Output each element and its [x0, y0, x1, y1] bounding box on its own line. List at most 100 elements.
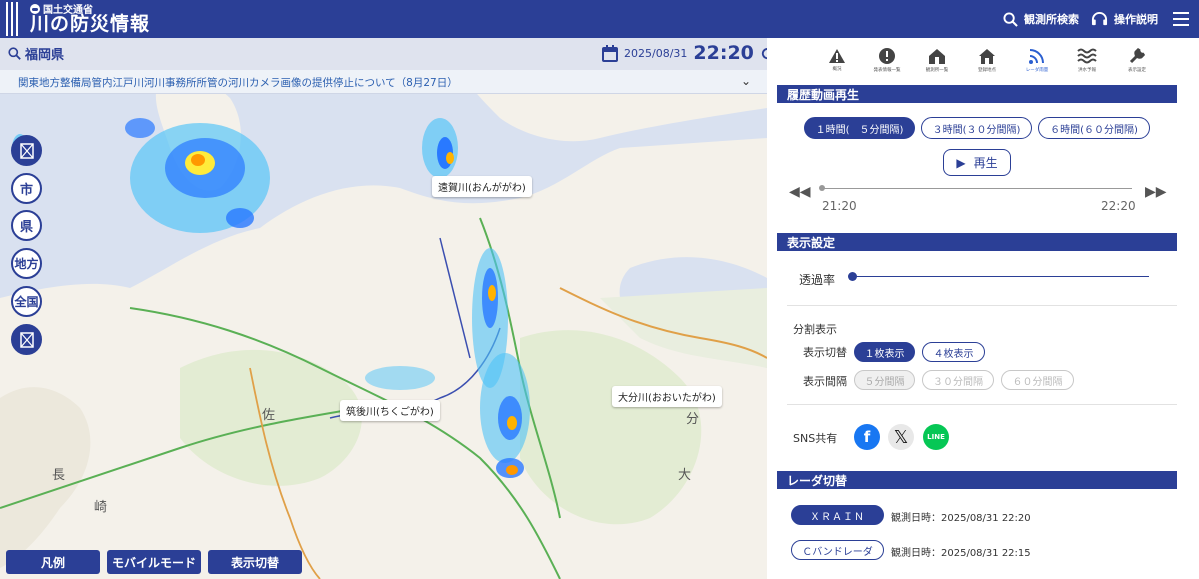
river-label-chikugo[interactable]: 筑後川(ちくごがわ) [340, 400, 440, 421]
tool-label: 洪水予報 [1078, 68, 1096, 73]
datetime-display: 2025/08/31 22:20 [602, 42, 775, 64]
history-section-title: 履歴動画再生 [777, 85, 1177, 103]
tool-label: レーダ雨量 [1025, 68, 1049, 73]
station-icon [929, 49, 945, 64]
layer-icon [19, 331, 34, 348]
home-icon [979, 49, 995, 64]
help-label: 操作説明 [1114, 13, 1158, 26]
rewind-icon[interactable]: ◀◀ [789, 184, 811, 200]
search-icon [8, 47, 21, 60]
station-search-label: 観測所検索 [1024, 13, 1079, 26]
side-panel: 概況 発表情報一覧 観測所一覧 登録地点 レーダ雨量 洪水予報 表示設定 履歴動… [767, 38, 1199, 579]
opacity-handle[interactable] [848, 272, 857, 281]
river-label-onga[interactable]: 遠賀川(おんががわ) [432, 176, 532, 197]
tool-label: 概況 [832, 67, 842, 72]
switch-label: 表示切替 [803, 346, 847, 359]
quad-view-button[interactable]: ４枚表示 [922, 342, 985, 362]
interval-60min-button[interactable]: ６０分間隔 [1001, 370, 1074, 390]
sns-label: SNS共有 [793, 432, 838, 445]
nationwide-button[interactable]: 全国 [11, 286, 42, 317]
split-display-label: 分割表示 [793, 323, 837, 336]
tool-settings[interactable]: 表示設定 [1119, 38, 1155, 82]
interval-5min-button[interactable]: ５分間隔 [854, 370, 915, 390]
tool-bar: 概況 発表情報一覧 観測所一覧 登録地点 レーダ雨量 洪水予報 表示設定 [767, 38, 1199, 84]
alert-icon [879, 48, 895, 64]
interval-6h-button[interactable]: ６時間(６０分間隔) [1038, 117, 1150, 139]
search-icon [1003, 11, 1018, 27]
radar-section-title: レーダ切替 [777, 471, 1177, 489]
date-label: 2025/08/31 [624, 46, 688, 60]
time-label: 22:20 [693, 42, 754, 64]
timeline-start: 21:20 [822, 199, 857, 213]
layer-toggle-button[interactable] [11, 324, 42, 355]
line-icon[interactable]: LINE [923, 424, 949, 450]
interval-3h-button[interactable]: ３時間(３０分間隔) [921, 117, 1032, 139]
calendar-icon[interactable] [602, 44, 618, 62]
chevron-down-icon[interactable]: ⌄ [741, 74, 751, 88]
wave-icon [1077, 48, 1097, 64]
wrench-icon [1129, 47, 1146, 64]
interval-30min-button[interactable]: ３０分間隔 [922, 370, 994, 390]
play-icon: ▶ [956, 155, 966, 170]
tool-label: 観測所一覧 [925, 68, 949, 73]
radar-cband-button[interactable]: Ｃバンドレーダ [791, 540, 884, 560]
tool-label: 登録地点 [978, 68, 996, 73]
opacity-slider[interactable] [851, 276, 1149, 277]
tool-label: 表示設定 [1128, 68, 1146, 73]
tool-stations[interactable]: 観測所一覧 [919, 38, 955, 82]
headset-icon [1091, 11, 1108, 26]
tool-label: 発表情報一覧 [873, 68, 901, 73]
map-area[interactable]: 遠賀川(おんががわ) 筑後川(ちくごがわ) 大分川(おおいたがわ) 佐 長 崎 … [0, 38, 767, 579]
place-label: 分 [686, 412, 700, 427]
notice-text[interactable]: 関東地方整備局管内江戸川河川事務所所管の河川カメラ画像の提供停止について（8月2… [18, 75, 458, 90]
timeline-slider[interactable] [822, 188, 1132, 189]
divider [787, 305, 1177, 306]
facebook-icon[interactable]: f [854, 424, 880, 450]
play-label: 再生 [973, 156, 998, 170]
station-search-button[interactable]: 観測所検索 [1003, 0, 1079, 38]
fast-forward-icon[interactable]: ▶▶ [1145, 184, 1167, 200]
legend-button[interactable]: 凡例 [6, 550, 100, 574]
x-icon[interactable]: 𝕏 [888, 424, 914, 450]
tool-overview[interactable]: 概況 [819, 38, 855, 82]
display-switch-button[interactable]: 表示切替 [208, 550, 302, 574]
play-button[interactable]: ▶ 再生 [943, 149, 1011, 176]
opacity-label: 透過率 [799, 273, 836, 287]
tool-radar[interactable]: レーダ雨量 [1019, 38, 1055, 82]
app-header: 国土交通省 川の防災情報 観測所検索 操作説明 [0, 0, 1199, 38]
river-label-oita[interactable]: 大分川(おおいたがわ) [612, 386, 722, 407]
base-map [0, 38, 767, 579]
warning-icon [829, 49, 845, 63]
place-label: 佐 [262, 408, 276, 423]
tool-registered[interactable]: 登録地点 [969, 38, 1005, 82]
prefecture-search[interactable]: 福岡県 [8, 44, 64, 63]
divider [787, 404, 1177, 405]
place-label: 長 [52, 468, 66, 483]
camera-icon [19, 142, 34, 159]
prefecture-button[interactable]: 県 [11, 210, 42, 241]
radar-icon [1029, 49, 1044, 64]
timeline-end: 22:20 [1101, 199, 1136, 213]
interval-label: 表示間隔 [803, 375, 847, 388]
tool-announcements[interactable]: 発表情報一覧 [869, 38, 905, 82]
place-label: 崎 [94, 500, 108, 515]
help-button[interactable]: 操作説明 [1091, 0, 1158, 38]
interval-1h-button[interactable]: １時間( ５分間隔) [804, 117, 915, 139]
mobile-mode-button[interactable]: モバイルモード [107, 550, 201, 574]
radar-cband-time: 観測日時：2025/08/31 22:15 [891, 548, 1031, 559]
region-button[interactable]: 地方 [11, 248, 42, 279]
radar-xrain-time: 観測日時：2025/08/31 22:20 [891, 513, 1031, 524]
place-label: 大 [678, 468, 692, 483]
tool-flood[interactable]: 洪水予報 [1069, 38, 1105, 82]
radar-xrain-button[interactable]: ＸＲＡＩＮ [791, 505, 884, 525]
timeline-handle[interactable] [819, 185, 825, 191]
city-button[interactable]: 市 [11, 173, 42, 204]
brand-stripes [6, 2, 18, 36]
menu-icon[interactable] [1173, 12, 1189, 26]
prefecture-label: 福岡県 [25, 48, 65, 63]
app-title[interactable]: 川の防災情報 [30, 12, 150, 36]
display-section-title: 表示設定 [777, 233, 1177, 251]
camera-toggle-button[interactable] [11, 135, 42, 166]
single-view-button[interactable]: １枚表示 [854, 342, 915, 362]
notice-bar[interactable]: 関東地方整備局管内江戸川河川事務所所管の河川カメラ画像の提供停止について（8月2… [0, 70, 767, 94]
